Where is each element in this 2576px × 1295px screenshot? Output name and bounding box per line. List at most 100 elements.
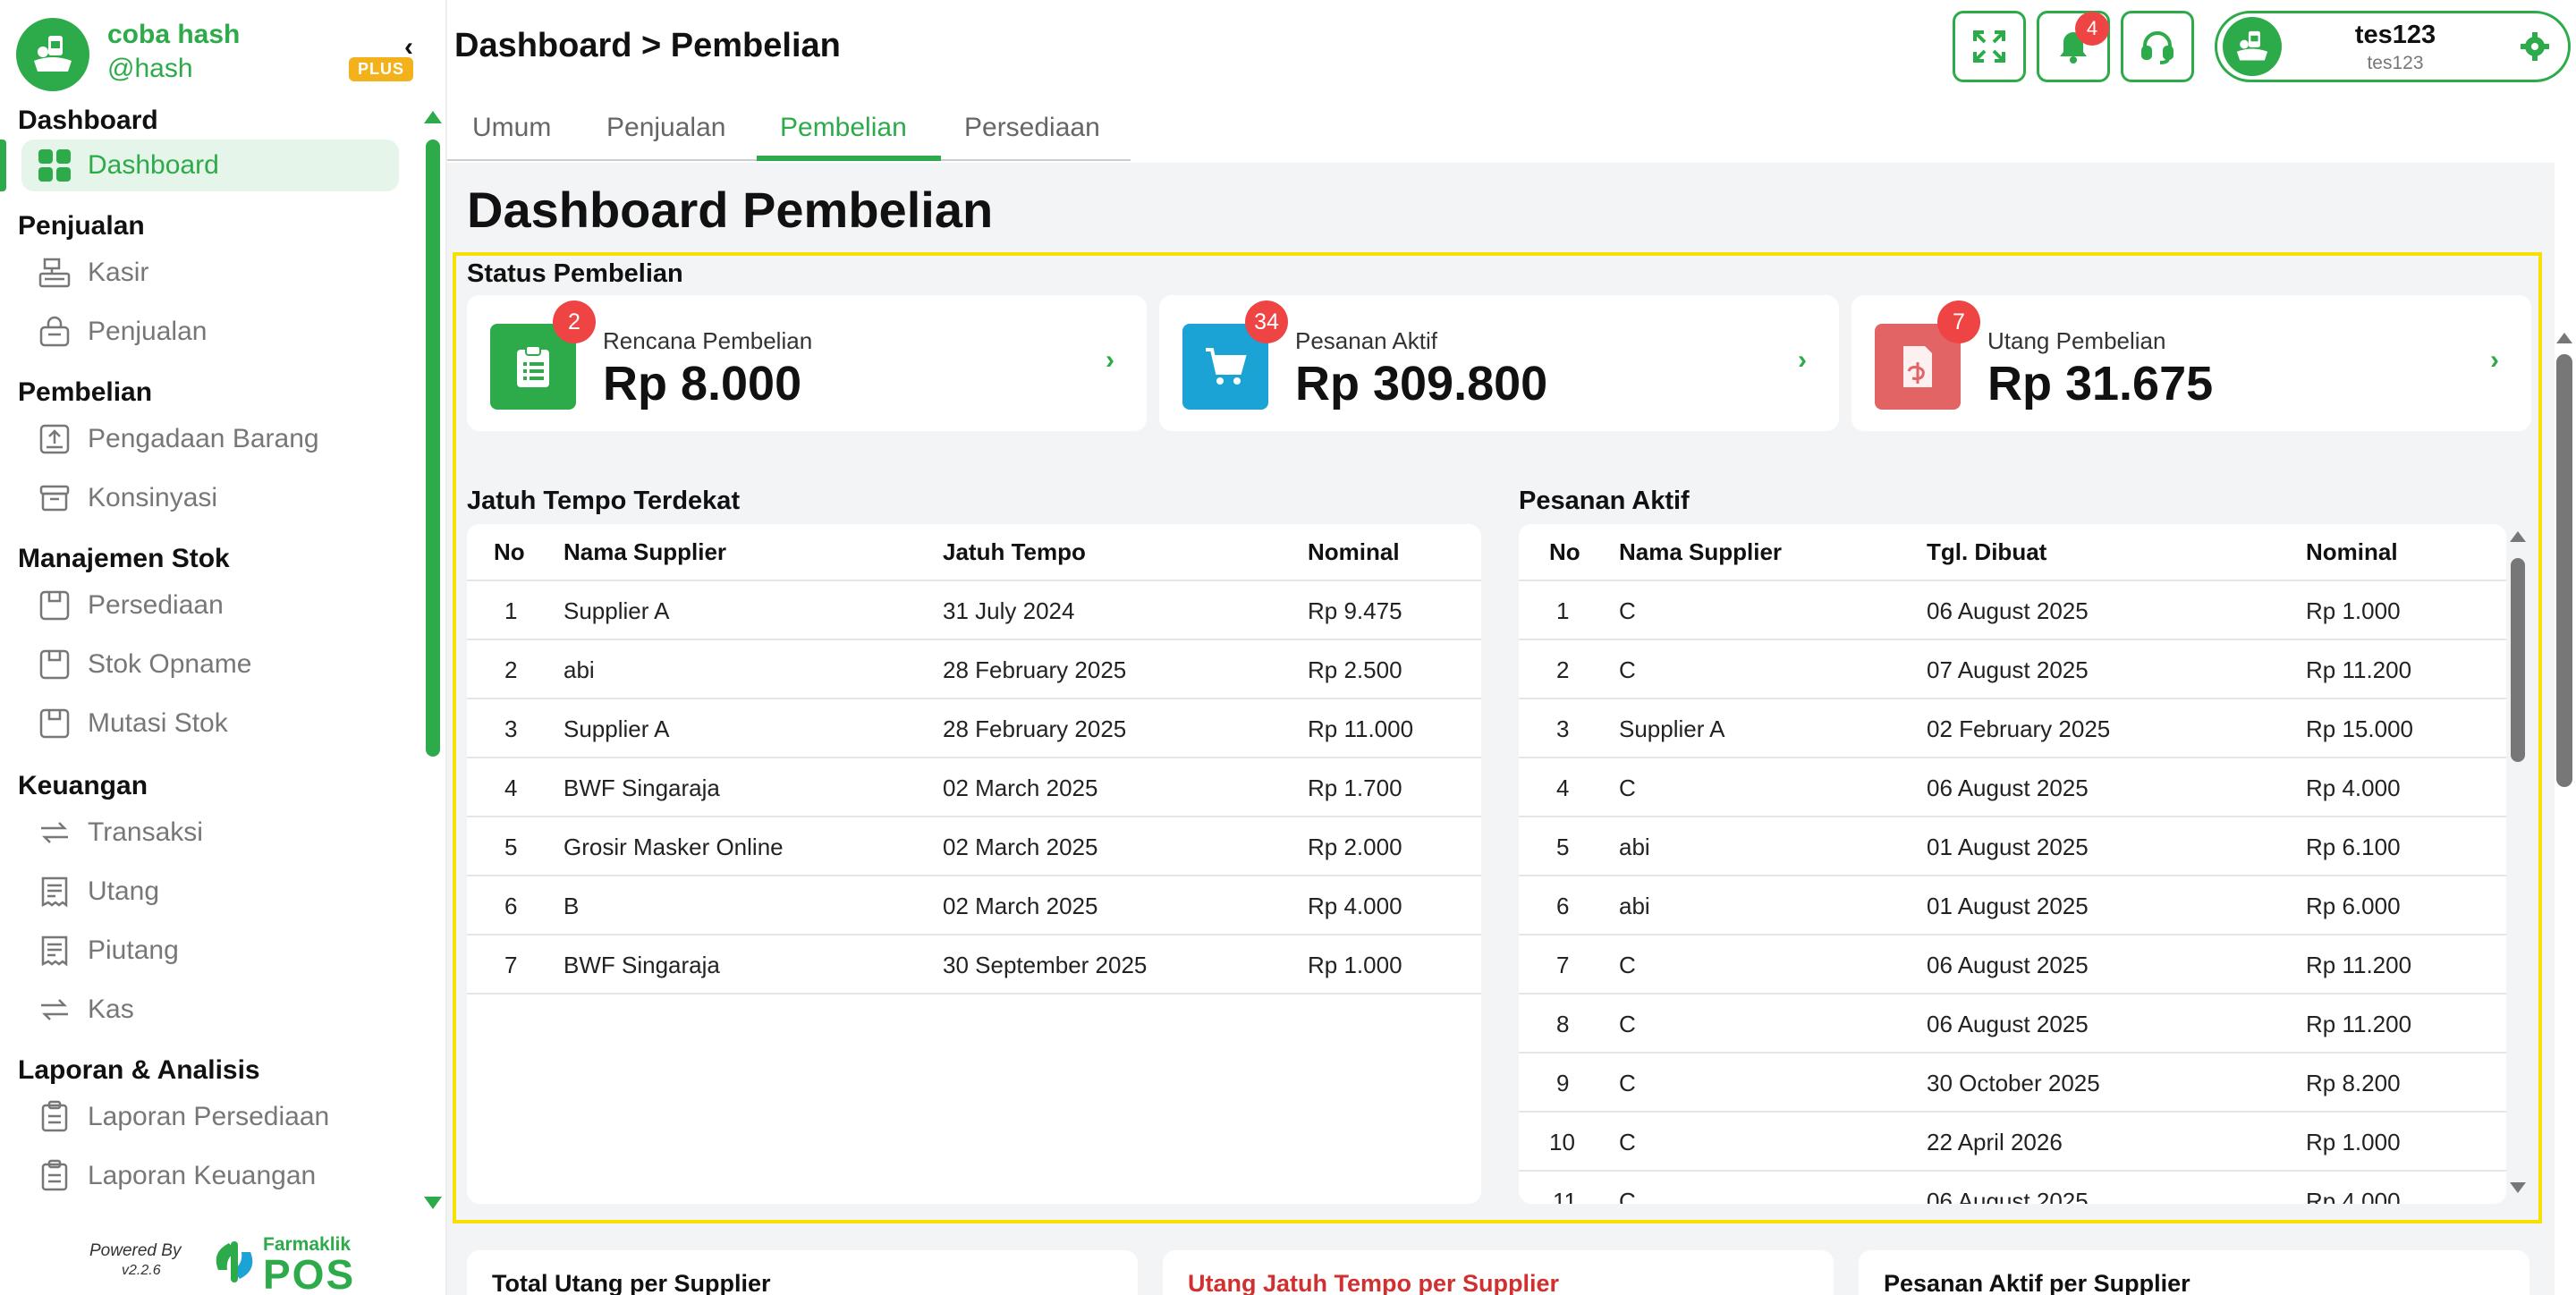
table-scroll-up-icon[interactable] <box>2510 531 2526 542</box>
card-title: Total Utang per Supplier <box>492 1270 771 1295</box>
sidebar-item-label: Mutasi Stok <box>88 708 228 738</box>
sidebar-item-laporan-persediaan[interactable]: Laporan Persediaan <box>21 1091 399 1143</box>
table-row[interactable]: 3 Supplier A 28 February 2025 Rp 11.000 <box>467 699 1481 758</box>
table-row[interactable]: 3 Supplier A 02 February 2025 Rp 15.000 <box>1519 699 2506 758</box>
table-row[interactable]: 11 C 06 August 2025 Rp 4.000 <box>1519 1172 2506 1204</box>
cell-supplier: abi <box>1619 893 1650 919</box>
cell-no: 1 <box>504 597 518 624</box>
gear-icon[interactable] <box>2520 31 2550 66</box>
table-row[interactable]: 2 abi 28 February 2025 Rp 2.500 <box>467 640 1481 699</box>
tab-umum[interactable]: Umum <box>472 113 551 161</box>
sidebar-item-utang[interactable]: Utang <box>21 866 399 918</box>
tab-pembelian[interactable]: Pembelian <box>780 113 907 161</box>
column-header: Nama Supplier <box>1619 538 1783 565</box>
cell-supplier: abi <box>564 656 595 683</box>
table-row[interactable]: 4 C 06 August 2025 Rp 4.000 <box>1519 758 2506 817</box>
user-profile-button[interactable]: tes123 tes123 <box>2215 11 2571 82</box>
cell-supplier: C <box>1619 774 1636 801</box>
sidebar-item-piutang[interactable]: Piutang <box>21 925 399 977</box>
sidebar-item-persediaan[interactable]: Persediaan <box>21 580 399 631</box>
cell-no: 3 <box>1556 715 1570 742</box>
count-badge: 34 <box>1245 300 1288 343</box>
stat-label: Utang Pembelian <box>1987 327 2166 354</box>
table-row[interactable]: 8 C 06 August 2025 Rp 11.200 <box>1519 995 2506 1054</box>
swap-arrows-icon <box>36 991 73 1028</box>
table-row[interactable]: 6 B 02 March 2025 Rp 4.000 <box>467 876 1481 935</box>
sidebar-item-konsinyasi[interactable]: Konsinyasi <box>21 472 399 524</box>
stat-card-rencana-pembelian[interactable]: 2 Rencana Pembelian Rp 8.000 › <box>467 295 1147 431</box>
stat-card-utang-pembelian[interactable]: 7 Utang Pembelian Rp 31.675 › <box>1852 295 2531 431</box>
sidebar-item-label: Pengadaan Barang <box>88 424 319 453</box>
sidebar-item-label: Persediaan <box>88 590 224 620</box>
table-scroll-down-icon[interactable] <box>2510 1182 2526 1193</box>
cell-supplier: BWF Singaraja <box>564 952 720 978</box>
chevron-right-icon: › <box>2490 345 2499 375</box>
main-scroll-up-icon[interactable] <box>2556 333 2572 343</box>
stat-card-pesanan-aktif[interactable]: 34 Pesanan Aktif Rp 309.800 › <box>1159 295 1839 431</box>
cell-date: 07 August 2025 <box>1927 656 2089 683</box>
due-table: No Nama Supplier Jatuh Tempo Nominal 1 S… <box>467 524 1481 1204</box>
cell-date: 06 August 2025 <box>1927 1011 2089 1037</box>
cell-date: 30 September 2025 <box>943 952 1148 978</box>
main-content: Dashboard Pembelian Status Pembelian 2 R… <box>447 163 2572 1295</box>
sidebar-item-penjualan[interactable]: Penjualan <box>21 306 399 358</box>
table-row[interactable]: 6 abi 01 August 2025 Rp 6.000 <box>1519 876 2506 935</box>
sidebar-item-stok-opname[interactable]: Stok Opname <box>21 639 399 690</box>
sidebar-scrollbar[interactable] <box>426 140 440 757</box>
table-row[interactable]: 7 BWF Singaraja 30 September 2025 Rp 1.0… <box>467 935 1481 995</box>
main-scrollbar[interactable] <box>2556 354 2572 787</box>
tab-persediaan[interactable]: Persediaan <box>964 113 1100 161</box>
sidebar-item-kas[interactable]: Kas <box>21 984 399 1036</box>
table-row[interactable]: 5 Grosir Masker Online 02 March 2025 Rp … <box>467 817 1481 876</box>
cell-date: 06 August 2025 <box>1927 1188 2089 1204</box>
cell-supplier: C <box>1619 1011 1636 1037</box>
cell-nominal: Rp 4.000 <box>2306 1188 2401 1204</box>
tab-penjualan[interactable]: Penjualan <box>606 113 725 161</box>
status-section-title: Status Pembelian <box>467 259 683 288</box>
cell-nominal: Rp 6.100 <box>2306 834 2401 860</box>
table-row[interactable]: 10 C 22 April 2026 Rp 1.000 <box>1519 1113 2506 1172</box>
cell-nominal: Rp 1.000 <box>2306 1129 2401 1155</box>
sidebar-item-mutasi-stok[interactable]: Mutasi Stok <box>21 698 399 749</box>
tab-bar: Umum Penjualan Pembelian Persediaan <box>447 98 1131 161</box>
stat-value: Rp 31.675 <box>1987 357 2214 411</box>
table-row[interactable]: 1 C 06 August 2025 Rp 1.000 <box>1519 581 2506 640</box>
cell-no: 2 <box>504 656 518 683</box>
notification-button[interactable]: 4 <box>2037 11 2110 82</box>
table-row[interactable]: 7 C 06 August 2025 Rp 11.200 <box>1519 935 2506 995</box>
sidebar-scroll-up-icon[interactable] <box>424 111 442 123</box>
cell-nominal: Rp 11.200 <box>2306 952 2412 978</box>
table-header: No Nama Supplier Tgl. Dibuat Nominal <box>1519 524 2506 581</box>
sidebar-item-label: Laporan Keuangan <box>88 1161 317 1190</box>
table-row[interactable]: 9 C 30 October 2025 Rp 8.200 <box>1519 1054 2506 1113</box>
sidebar-item-pengadaan-barang[interactable]: Pengadaan Barang <box>21 413 399 465</box>
sidebar-item-kasir[interactable]: Kasir <box>21 247 399 299</box>
headset-icon <box>2141 31 2174 64</box>
stat-label: Pesanan Aktif <box>1295 327 1437 354</box>
table-row[interactable]: 5 abi 01 August 2025 Rp 6.100 <box>1519 817 2506 876</box>
cell-date: 06 August 2025 <box>1927 597 2089 624</box>
cell-date: 02 March 2025 <box>943 774 1098 801</box>
support-button[interactable] <box>2121 11 2194 82</box>
sidebar-item-transaksi[interactable]: Transaksi <box>21 807 399 859</box>
shopping-bag-icon <box>36 313 73 351</box>
collapse-sidebar-chevron-left-icon[interactable]: ‹ <box>404 32 413 63</box>
sidebar-scroll-down-icon[interactable] <box>424 1197 442 1209</box>
column-header: Nominal <box>1308 538 1400 565</box>
nav-section-dashboard: Dashboard <box>18 106 158 135</box>
fullscreen-button[interactable] <box>1953 11 2026 82</box>
farmaklik-logo-icon <box>216 1241 253 1282</box>
table-row[interactable]: 1 Supplier A 31 July 2024 Rp 9.475 <box>467 581 1481 640</box>
utang-jatuh-tempo-card: Utang Jatuh Tempo per Supplier <box>1163 1250 1834 1295</box>
table-row[interactable]: 2 C 07 August 2025 Rp 11.200 <box>1519 640 2506 699</box>
order-table-scrollbar[interactable] <box>2511 558 2525 762</box>
cell-nominal: Rp 11.200 <box>2306 1011 2412 1037</box>
clipboard-icon <box>36 1157 73 1195</box>
brand-handle: @hash <box>107 54 193 83</box>
cell-no: 2 <box>1556 656 1570 683</box>
stat-label: Rencana Pembelian <box>603 327 813 354</box>
sidebar-item-laporan-keuangan[interactable]: Laporan Keuangan <box>21 1150 399 1202</box>
cell-date: 06 August 2025 <box>1927 774 2089 801</box>
sidebar-item-dashboard[interactable]: Dashboard <box>21 140 399 191</box>
table-row[interactable]: 4 BWF Singaraja 02 March 2025 Rp 1.700 <box>467 758 1481 817</box>
